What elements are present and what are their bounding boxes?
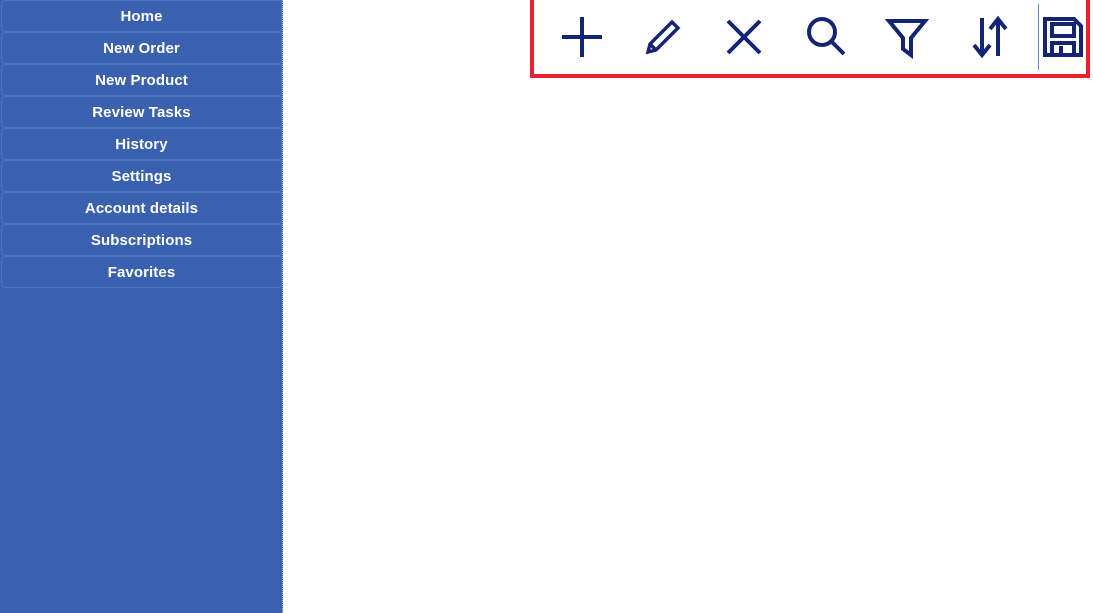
sidebar-item-subscriptions[interactable]: Subscriptions <box>1 224 282 256</box>
sidebar-item-settings[interactable]: Settings <box>1 160 282 192</box>
close-icon <box>727 19 762 55</box>
save-button[interactable] <box>1040 2 1086 72</box>
edit-button[interactable] <box>622 2 703 72</box>
sidebar-item-new-order[interactable]: New Order <box>1 32 282 64</box>
sidebar-item-label: New Product <box>95 72 188 89</box>
toolbar <box>534 0 1086 74</box>
sidebar-item-history[interactable]: History <box>1 128 282 160</box>
delete-button[interactable] <box>704 2 785 72</box>
sidebar-item-label: Account details <box>84 200 199 217</box>
search-icon <box>806 17 846 56</box>
sidebar-item-label: History <box>115 136 168 153</box>
sidebar-item-label: Settings <box>111 168 172 185</box>
sidebar-item-label: Home <box>120 8 163 25</box>
sidebar-item-account-details[interactable]: Account details <box>1 192 282 224</box>
sidebar-item-label: Review Tasks <box>92 104 191 121</box>
sort-button[interactable] <box>948 2 1029 72</box>
filter-icon <box>885 19 930 59</box>
sidebar-item-label: New Order <box>103 40 180 57</box>
add-button[interactable] <box>541 2 622 72</box>
sidebar-nav-list: Home New Order New Product Review Tasks … <box>0 0 283 288</box>
sidebar-item-new-product[interactable]: New Product <box>1 64 282 96</box>
sidebar-item-favorites[interactable]: Favorites <box>1 256 282 288</box>
sort-icon <box>972 15 1008 59</box>
sidebar-item-review-tasks[interactable]: Review Tasks <box>1 96 282 128</box>
search-button[interactable] <box>785 2 866 72</box>
save-floppy-icon <box>1043 17 1084 57</box>
edit-pencil-icon <box>645 19 681 55</box>
sidebar-item-label: Favorites <box>107 264 176 281</box>
toolbar-highlight-box <box>530 0 1090 78</box>
sidebar-item-home[interactable]: Home <box>1 0 282 32</box>
sidebar-item-label: Subscriptions <box>90 232 193 249</box>
filter-button[interactable] <box>867 2 948 72</box>
sidebar: Home New Order New Product Review Tasks … <box>0 0 283 613</box>
add-icon <box>561 17 602 57</box>
app-window: Home New Order New Product Review Tasks … <box>0 0 1093 613</box>
toolbar-separator <box>1038 4 1039 70</box>
main-content <box>283 0 1093 613</box>
